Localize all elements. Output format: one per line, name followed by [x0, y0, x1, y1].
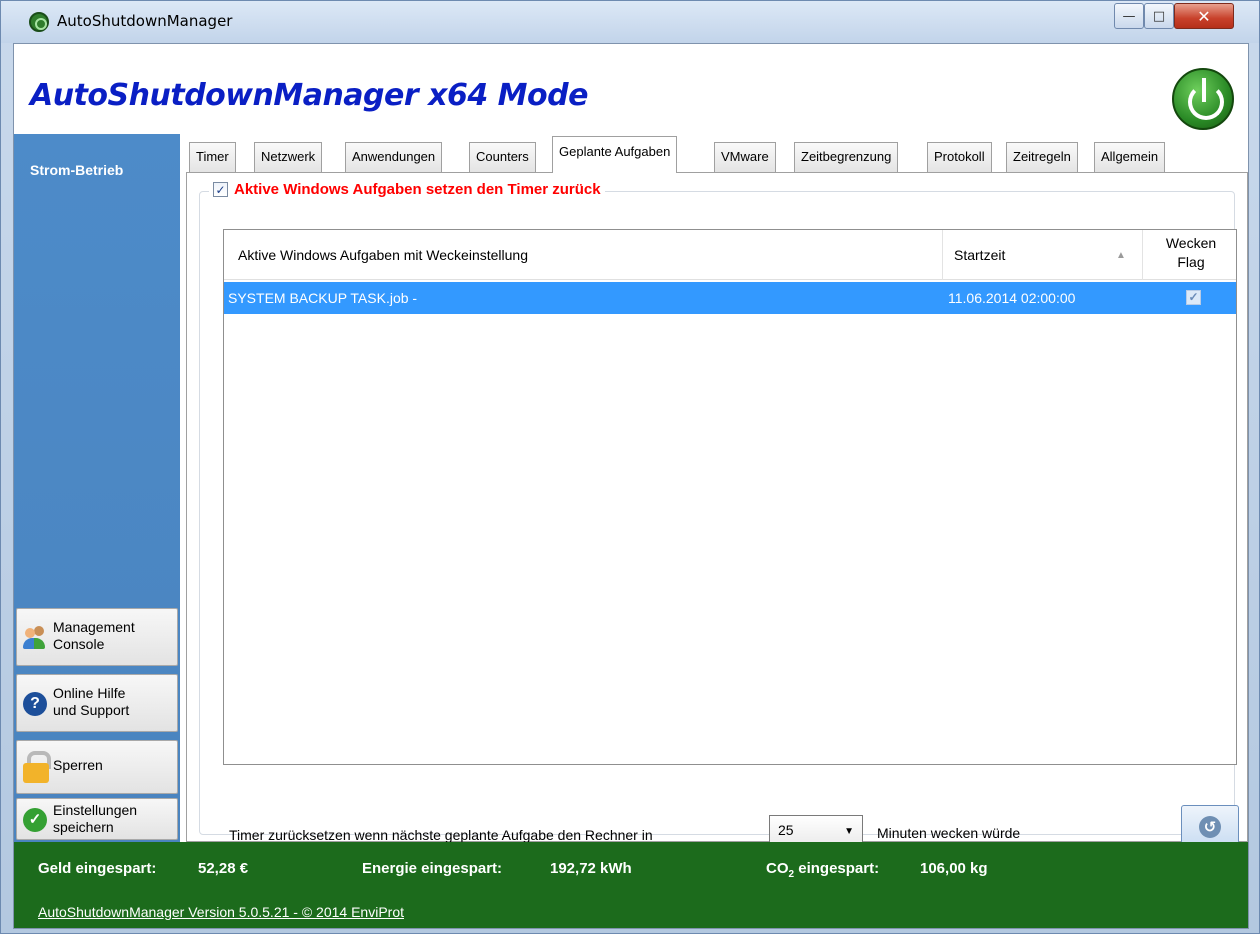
column-divider[interactable]: [1142, 230, 1143, 280]
power-app-icon: [29, 12, 49, 32]
app-header: AutoShutdownManager x64 Mode: [14, 44, 1248, 134]
reset-timer-checkbox[interactable]: ✓: [213, 182, 228, 197]
tab-anwendungen[interactable]: Anwendungen: [345, 142, 443, 172]
app-window: AutoShutdownManager — □ ✕ AutoShutdownMa…: [0, 0, 1260, 934]
help-icon: ?: [23, 692, 47, 716]
energy-saved-value: 192,72 kWh: [550, 860, 632, 877]
power-logo-icon: [1172, 68, 1234, 130]
column-header-flag[interactable]: Wecken Flag: [1156, 234, 1226, 272]
management-console-button[interactable]: Management Console: [16, 608, 178, 666]
minutes-dropdown[interactable]: 25 ▼: [769, 815, 863, 845]
co2-saved-label: CO2 eingespart:: [766, 860, 880, 880]
tasks-list[interactable]: Aktive Windows Aufgaben mit Weckeinstell…: [223, 229, 1237, 765]
client-area: AutoShutdownManager x64 Mode Strom-Betri…: [13, 43, 1249, 929]
minutes-value: 25: [778, 822, 794, 838]
lock-icon: [23, 751, 51, 783]
row-start-time: 11.06.2014 02:00:00: [948, 290, 1076, 306]
list-header: Aktive Windows Aufgaben mit Weckeinstell…: [224, 230, 1236, 280]
users-icon: [23, 626, 47, 650]
check-icon: ✓: [23, 808, 47, 832]
table-row[interactable]: SYSTEM BACKUP TASK.job - 11.06.2014 02:0…: [224, 282, 1236, 314]
tab-zeitregeln[interactable]: Zeitregeln: [1006, 142, 1078, 172]
money-saved-label: Geld eingespart:: [38, 860, 157, 877]
minutes-prefix-label: Timer zurücksetzen wenn nächste geplante…: [229, 827, 653, 843]
title-bar[interactable]: AutoShutdownManager — □ ✕: [1, 1, 1259, 43]
row-wake-flag-checkbox[interactable]: ✓: [1186, 290, 1201, 305]
tab-geplante-aufgaben[interactable]: Geplante Aufgaben: [552, 136, 678, 173]
tab-vmware[interactable]: VMware: [714, 142, 776, 172]
row-task-name: SYSTEM BACKUP TASK.job -: [228, 290, 418, 306]
reset-timer-option[interactable]: ✓ Aktive Windows Aufgaben setzen den Tim…: [209, 181, 605, 198]
reset-timer-label: Aktive Windows Aufgaben setzen den Timer…: [234, 181, 601, 198]
column-header-start[interactable]: Startzeit: [954, 247, 1005, 263]
maximize-button[interactable]: □: [1144, 3, 1174, 29]
savings-footer: Geld eingespart: 52,28 € Energie eingesp…: [14, 842, 1248, 928]
energy-saved-label: Energie eingespart:: [362, 860, 503, 877]
online-help-button[interactable]: ? Online Hilfe und Support: [16, 674, 178, 732]
close-button[interactable]: ✕: [1174, 3, 1234, 29]
tab-netzwerk[interactable]: Netzwerk: [254, 142, 323, 172]
tab-zeitbegrenzung[interactable]: Zeitbegrenzung: [794, 142, 899, 172]
column-divider[interactable]: [942, 230, 943, 280]
power-mode-label: Strom-Betrieb: [30, 162, 124, 178]
column-header-task[interactable]: Aktive Windows Aufgaben mit Weckeinstell…: [238, 247, 528, 263]
money-saved-value: 52,28 €: [198, 860, 249, 877]
lock-button[interactable]: Sperren: [16, 740, 178, 794]
chevron-down-icon: ▼: [844, 826, 854, 837]
sort-ascending-icon: ▲: [1116, 250, 1126, 261]
online-help-label: Online Hilfe und Support: [53, 685, 130, 718]
version-link[interactable]: AutoShutdownManager Version 5.0.5.21 - ©…: [38, 904, 404, 920]
app-title: AutoShutdownManager x64 Mode: [30, 78, 588, 113]
refresh-icon: ↺: [1199, 816, 1221, 838]
tab-counters[interactable]: Counters: [469, 142, 536, 172]
tab-panel: ✓ Aktive Windows Aufgaben setzen den Tim…: [186, 172, 1248, 849]
co2-saved-value: 106,00 kg: [920, 860, 988, 877]
management-console-label: Management Console: [53, 619, 135, 652]
save-settings-button[interactable]: ✓ Einstellungen speichern: [16, 798, 178, 840]
window-title: AutoShutdownManager: [57, 12, 233, 30]
tab-allgemein[interactable]: Allgemein: [1094, 142, 1166, 172]
save-settings-label: Einstellungen speichern: [53, 802, 138, 835]
sidebar: Strom-Betrieb Management Console ? Onlin…: [14, 134, 180, 842]
tab-protokoll[interactable]: Protokoll: [927, 142, 992, 172]
minutes-suffix-label: Minuten wecken würde: [877, 825, 1021, 841]
lock-label: Sperren: [53, 757, 103, 773]
minimize-button[interactable]: —: [1114, 3, 1144, 29]
tab-timer[interactable]: Timer: [189, 142, 236, 172]
